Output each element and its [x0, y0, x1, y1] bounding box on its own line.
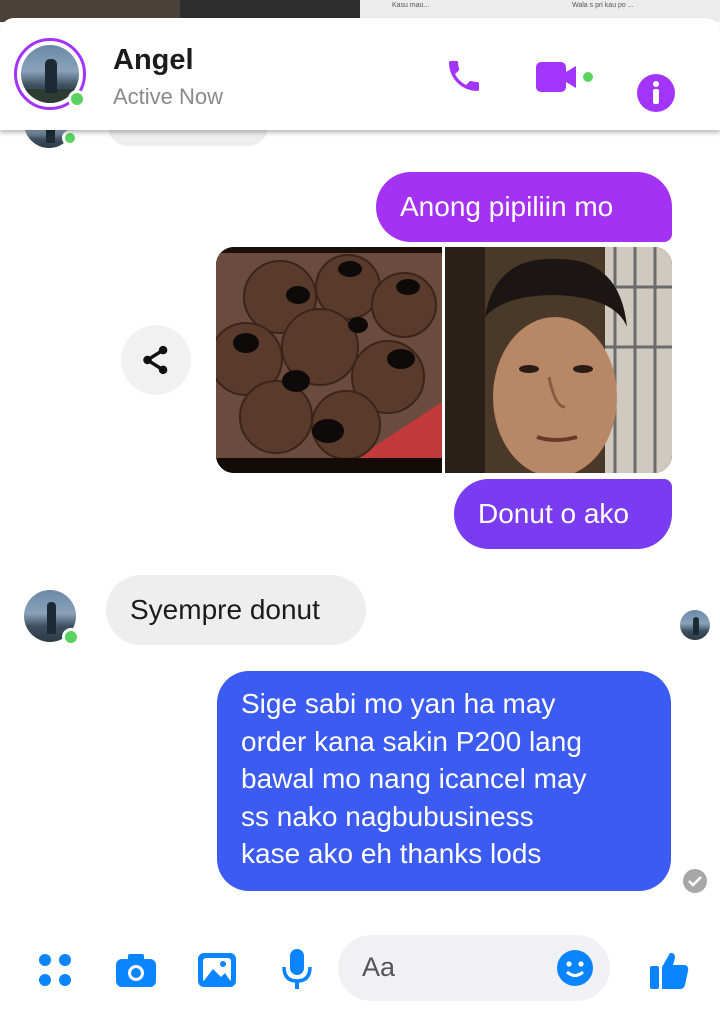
share-icon	[143, 345, 168, 375]
message-text: Donut o ako	[478, 498, 629, 529]
microphone-icon[interactable]	[280, 947, 314, 991]
strip-text-left: Kasu mau...	[392, 2, 430, 9]
message-bubble-incoming[interactable]: Syempre donut	[106, 575, 366, 645]
conversation-header: Angel Active Now	[0, 18, 720, 130]
apps-icon[interactable]	[36, 951, 74, 989]
message-composer: Aa	[0, 925, 720, 1012]
online-indicator	[62, 130, 78, 146]
message-text-line: Sige sabi mo yan ha may	[241, 688, 556, 719]
message-input[interactable]: Aa	[338, 935, 610, 1001]
message-text-line: ss nako nagbubusiness	[241, 800, 534, 832]
online-indicator	[68, 90, 86, 108]
contact-name[interactable]: Angel	[113, 44, 194, 77]
emoji-icon[interactable]	[556, 949, 594, 987]
video-call-icon[interactable]	[536, 60, 594, 94]
donuts-photo[interactable]	[216, 247, 442, 473]
phone-icon[interactable]	[444, 56, 484, 96]
share-button[interactable]	[121, 325, 191, 395]
message-bubble-outgoing[interactable]: Sige sabi mo yan ha may order kana sakin…	[217, 671, 671, 891]
message-text-line: kase ako eh thanks lods	[241, 838, 542, 869]
info-icon[interactable]	[636, 73, 676, 113]
seen-avatar	[680, 610, 710, 640]
message-bubble-outgoing[interactable]: Donut o ako	[454, 479, 672, 549]
message-text: Syempre donut	[130, 594, 320, 625]
strip-text-right: Wala s pri kau po ...	[572, 2, 634, 9]
gallery-icon[interactable]	[196, 951, 238, 989]
message-text: Anong pipiliin mo	[400, 191, 614, 222]
thumbs-up-icon[interactable]	[648, 949, 690, 991]
camera-icon[interactable]	[114, 951, 158, 989]
message-bubble-outgoing[interactable]: Anong pipiliin mo	[376, 172, 672, 242]
delivered-check-icon	[683, 869, 707, 893]
active-status: Active Now	[113, 84, 224, 109]
message-text-line: bawal mo nang icancel may	[241, 763, 587, 794]
online-indicator	[62, 628, 80, 646]
message-text-line: order kana sakin P200 lang	[241, 725, 582, 757]
message-input-placeholder: Aa	[362, 952, 396, 982]
man-selfie-photo[interactable]	[445, 247, 672, 473]
